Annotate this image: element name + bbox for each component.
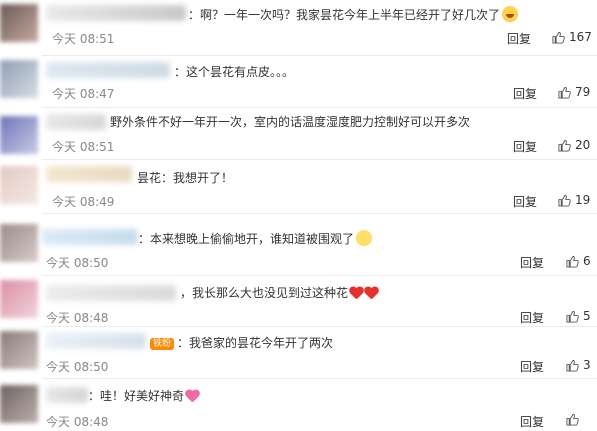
like-count: 167 bbox=[569, 30, 592, 44]
like-count: 79 bbox=[575, 85, 591, 99]
like-button[interactable]: 3 bbox=[566, 358, 591, 372]
reply-button[interactable]: 回复 bbox=[507, 30, 531, 47]
like-button[interactable]: 19 bbox=[558, 193, 590, 207]
username[interactable] bbox=[46, 114, 106, 130]
sparkling-heart-icon bbox=[185, 390, 199, 402]
like-count: 20 bbox=[575, 138, 591, 152]
comment-text: ，我长那么大也没见到过这种花 bbox=[180, 285, 378, 301]
like-count: 6 bbox=[583, 254, 591, 268]
avatar[interactable] bbox=[0, 4, 38, 42]
thumbs-up-icon bbox=[566, 310, 579, 323]
fan-badge: 铁粉 bbox=[150, 338, 175, 350]
heart-icon bbox=[349, 287, 363, 299]
thumbs-up-icon bbox=[566, 255, 579, 268]
username[interactable] bbox=[46, 62, 170, 78]
timestamp: 今天 08:48 bbox=[46, 415, 109, 429]
reply-button[interactable]: 回复 bbox=[520, 309, 544, 326]
username[interactable] bbox=[46, 387, 88, 403]
like-button[interactable]: 6 bbox=[566, 254, 591, 268]
timestamp: 今天 08:48 bbox=[46, 311, 109, 325]
timestamp: 今天 08:50 bbox=[46, 360, 109, 374]
timestamp: 今天 08:50 bbox=[46, 256, 109, 270]
timestamp: 今天 08:49 bbox=[52, 195, 115, 209]
comment-item: 昙花：我想开了！ 今天 08:49 回复 19 bbox=[0, 160, 597, 212]
avatar[interactable] bbox=[0, 166, 38, 204]
comment-item: ：啊？一年一次吗？我家昙花今年上半年已经开了好几次了 今天 08:51 回复 1… bbox=[0, 0, 597, 55]
avatar[interactable] bbox=[0, 60, 38, 98]
like-count: 3 bbox=[583, 358, 591, 372]
like-button[interactable]: 79 bbox=[558, 85, 590, 99]
timestamp: 今天 08:51 bbox=[52, 32, 115, 46]
avatar[interactable] bbox=[0, 224, 38, 262]
comment-item: ：本来想晚上偷偷地开，谁知道被围观了 今天 08:50 回复 6 bbox=[0, 214, 597, 270]
comment-text: ：这个昙花有点皮。。。 bbox=[174, 65, 295, 79]
username[interactable] bbox=[46, 285, 176, 301]
comment-item: ：这个昙花有点皮。。。 今天 08:47 回复 79 bbox=[0, 56, 597, 108]
timestamp: 今天 08:51 bbox=[52, 140, 115, 154]
like-button[interactable]: 5 bbox=[566, 309, 591, 323]
comment-item: 铁粉 ：我爸家的昙花今年开了两次 今天 08:50 回复 3 bbox=[0, 327, 597, 379]
username[interactable] bbox=[42, 229, 138, 245]
comment-text: ：哇！好美好神奇 bbox=[88, 388, 199, 404]
thumbs-up-icon bbox=[558, 139, 571, 152]
thumbs-up-icon bbox=[566, 413, 579, 426]
reply-button[interactable]: 回复 bbox=[513, 138, 537, 155]
comment-item: ：哇！好美好神奇 今天 08:48 回复 bbox=[0, 379, 597, 431]
like-button[interactable] bbox=[566, 413, 583, 426]
avatar[interactable] bbox=[0, 116, 38, 154]
avatar[interactable] bbox=[0, 280, 38, 318]
thumbs-up-icon bbox=[552, 31, 565, 44]
comment-item: 野外条件不好一年开一次，室内的话温度湿度肥力控制好可以开多次 今天 08:51 … bbox=[0, 108, 597, 160]
laugh-emoji-icon bbox=[502, 6, 519, 22]
avatar[interactable] bbox=[0, 331, 38, 369]
like-button[interactable]: 167 bbox=[552, 30, 592, 44]
comment-text: ：本来想晚上偷偷地开，谁知道被围观了 bbox=[138, 230, 373, 247]
thinking-emoji-icon bbox=[356, 230, 373, 246]
comment-text: ：啊？一年一次吗？我家昙花今年上半年已经开了好几次了 bbox=[188, 6, 519, 23]
comment-text: 昙花：我想开了！ bbox=[137, 171, 234, 185]
thumbs-up-icon bbox=[558, 86, 571, 99]
timestamp: 今天 08:47 bbox=[52, 87, 115, 101]
heart-icon bbox=[364, 287, 378, 299]
like-count: 5 bbox=[583, 309, 591, 323]
reply-button[interactable]: 回复 bbox=[520, 413, 544, 430]
thumbs-up-icon bbox=[566, 359, 579, 372]
reply-button[interactable]: 回复 bbox=[513, 85, 537, 102]
reply-button[interactable]: 回复 bbox=[513, 193, 537, 210]
reply-button[interactable]: 回复 bbox=[520, 358, 544, 375]
username[interactable] bbox=[46, 333, 146, 349]
avatar[interactable] bbox=[0, 385, 38, 423]
reply-button[interactable]: 回复 bbox=[520, 254, 544, 271]
username[interactable] bbox=[46, 166, 132, 182]
comment-item: ，我长那么大也没见到过这种花 今天 08:48 回复 5 bbox=[0, 276, 597, 326]
comment-text: 铁粉 ：我爸家的昙花今年开了两次 bbox=[150, 335, 333, 351]
thumbs-up-icon bbox=[558, 194, 571, 207]
comment-text: 野外条件不好一年开一次，室内的话温度湿度肥力控制好可以开多次 bbox=[110, 115, 471, 129]
username[interactable] bbox=[46, 5, 186, 21]
like-button[interactable]: 20 bbox=[558, 138, 590, 152]
like-count: 19 bbox=[575, 193, 591, 207]
